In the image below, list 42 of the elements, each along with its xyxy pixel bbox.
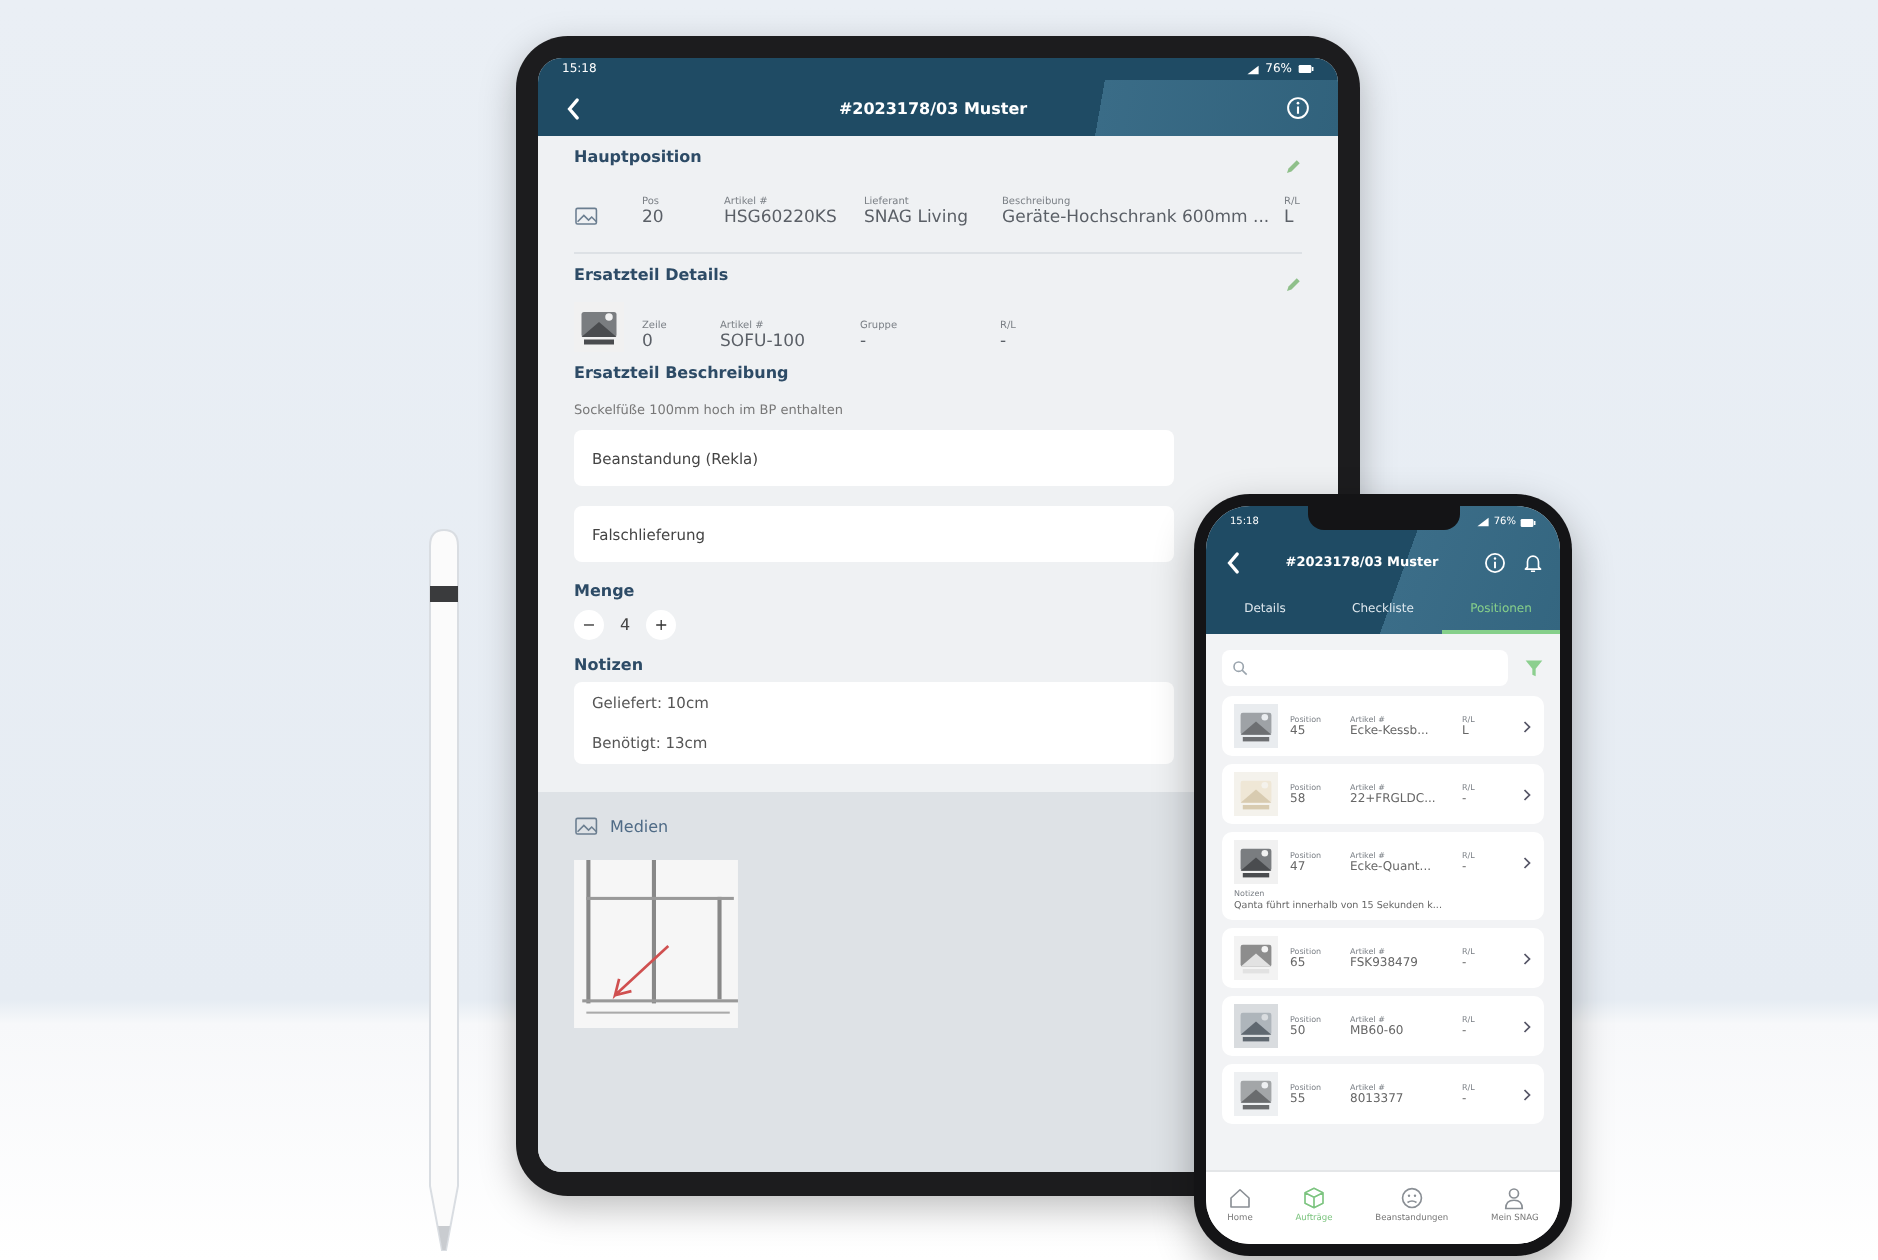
search-icon: [1232, 660, 1248, 676]
quantity-value: 4: [620, 616, 631, 634]
field-value: L: [1284, 208, 1296, 228]
back-icon[interactable]: [1226, 551, 1240, 573]
screen-title: #2023178/03 Muster: [836, 99, 1030, 117]
section-title: Notizen: [574, 656, 644, 674]
signal-icon: [1245, 63, 1260, 75]
section-title: Medien: [610, 818, 669, 836]
field-label: Menge: [574, 582, 635, 600]
box-icon: [1302, 1185, 1327, 1209]
battery-icon: [1520, 517, 1536, 527]
section-title: Ersatzteil Beschreibung: [574, 364, 789, 382]
battery-icon: [1298, 64, 1314, 74]
minus-button[interactable]: −: [574, 610, 604, 640]
chevron-right-icon: [1522, 1087, 1532, 1101]
section-title: Hauptposition: [574, 148, 702, 166]
field-value: 0: [642, 332, 655, 352]
field-value: 20: [642, 208, 666, 228]
search-field[interactable]: [1222, 650, 1508, 686]
chevron-right-icon: [1522, 951, 1532, 965]
info-icon[interactable]: [1286, 96, 1310, 120]
bell-icon[interactable]: [1522, 551, 1544, 573]
image-icon: [574, 206, 600, 228]
home-icon: [1228, 1185, 1253, 1209]
field-value: HSG60220KS: [724, 208, 839, 228]
person-icon: [1502, 1185, 1527, 1209]
plus-button[interactable]: +: [646, 610, 677, 640]
chevron-right-icon: [1522, 787, 1532, 801]
image-icon: [574, 816, 600, 838]
chevron-right-icon: [1522, 719, 1532, 733]
info-icon[interactable]: [1484, 551, 1506, 573]
field-value: SOFU-100: [720, 332, 807, 352]
chevron-right-icon: [1522, 855, 1532, 869]
chevron-right-icon: [1522, 1019, 1532, 1033]
signal-icon: [1475, 516, 1490, 528]
section-title: Ersatzteil Details: [574, 266, 729, 284]
emoji-icon: [1399, 1185, 1424, 1209]
field-value: SNAG Living: [864, 208, 970, 228]
field-value: -: [860, 332, 869, 352]
back-icon[interactable]: [566, 97, 580, 119]
field-value: Geräte-Hochschrank 600mm ...: [1002, 208, 1272, 228]
field-value: -: [1000, 332, 1009, 352]
